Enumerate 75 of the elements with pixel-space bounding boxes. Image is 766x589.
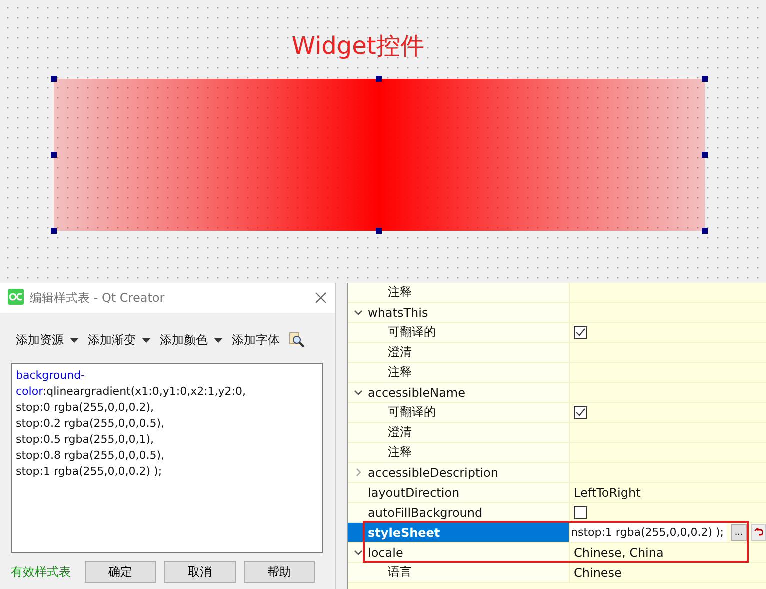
property-name-cell[interactable]: accessibleName: [348, 383, 570, 402]
property-name-cell[interactable]: styleSheet: [348, 523, 570, 542]
property-name: 澄清: [388, 424, 412, 441]
property-name: 注释: [388, 444, 412, 461]
resize-handle[interactable]: [376, 228, 382, 234]
toolbar-button[interactable]: 添加资源: [16, 332, 79, 348]
toolbar-button[interactable]: 添加颜色: [160, 332, 223, 348]
property-name-cell[interactable]: 可翻译的: [348, 323, 570, 342]
stylesheet-editor[interactable]: background- color:qlineargradient(x1:0,y1:0,x2:1,y2:0, stop:0 rgba(255,0,0,0.2), stop:0.2 rgba(255,0,0,0.5), stop:0.5 rgba(255,0,0,1), stop:0.8 rgba(255,0,0,0.5), stop:1 rgba(255,0,0,0.2) );: [11, 363, 323, 553]
code-text: stop:0 rgba(255,0,0,0.2),: [16, 401, 154, 414]
dialog-button[interactable]: 取消: [164, 561, 236, 583]
browse-button[interactable]: ...: [731, 524, 747, 541]
code-text: stop:0.8 rgba(255,0,0,0.5),: [16, 449, 165, 462]
caret-icon[interactable]: [142, 338, 151, 342]
property-name-cell[interactable]: 澄清: [348, 423, 570, 442]
expander-icon[interactable]: [354, 548, 362, 557]
property-name-cell[interactable]: 语言: [348, 563, 570, 582]
property-name: 澄清: [388, 344, 412, 361]
validity-status: 有效样式表: [11, 564, 72, 580]
property-name: whatsThis: [368, 306, 428, 320]
resize-handle[interactable]: [50, 76, 56, 82]
app-logo-icon: [8, 288, 24, 308]
resize-handle[interactable]: [702, 76, 708, 82]
property-name-cell[interactable]: whatsThis: [348, 303, 570, 322]
caret-icon[interactable]: [214, 338, 223, 342]
code-text: color: [16, 385, 43, 398]
property-name: 语言: [388, 564, 412, 581]
toolbar-button[interactable]: 添加渐变: [88, 332, 151, 348]
expander-icon[interactable]: [354, 388, 362, 397]
checkbox[interactable]: [574, 326, 587, 339]
property-name: 可翻译的: [388, 324, 436, 341]
property-name-cell[interactable]: locale: [348, 543, 570, 562]
widget-label: Widget控件: [292, 31, 424, 62]
resize-handle[interactable]: [702, 228, 708, 234]
property-name-cell[interactable]: accessibleDescription: [348, 463, 570, 482]
property-value-field[interactable]: nstop:1 rgba(255,0,0,0.2) );: [570, 523, 727, 542]
property-name: 注释: [388, 364, 412, 381]
property-name: locale: [368, 546, 404, 560]
dialog-button[interactable]: 确定: [84, 561, 156, 583]
resize-handle[interactable]: [376, 76, 382, 82]
property-name: layoutDirection: [368, 486, 460, 500]
property-name: 注释: [388, 284, 412, 301]
reset-icon[interactable]: [751, 524, 766, 541]
property-name-cell[interactable]: 注释: [348, 443, 570, 462]
property-name-cell[interactable]: 注释: [348, 363, 570, 382]
resize-handle[interactable]: [702, 152, 708, 158]
property-name: accessibleName: [368, 386, 466, 400]
code-text: stop:0.2 rgba(255,0,0,0.5),: [16, 417, 165, 430]
property-name-cell[interactable]: autoFillBackground: [348, 503, 570, 522]
property-name: styleSheet: [368, 526, 440, 540]
search-icon[interactable]: [289, 332, 305, 348]
resize-handle[interactable]: [50, 228, 56, 234]
property-name: accessibleDescription: [368, 466, 498, 480]
property-value: LeftToRight: [574, 486, 641, 500]
caret-icon[interactable]: [70, 338, 79, 342]
toolbar-button[interactable]: 添加字体: [232, 332, 280, 348]
property-name-cell[interactable]: 注释: [348, 283, 570, 302]
property-name-cell[interactable]: layoutDirection: [348, 483, 570, 502]
code-text: stop:1 rgba(255,0,0,0.2) );: [16, 465, 162, 478]
code-text: :qlineargradient(x1:0,y1:0,x2:1,y2:0,: [42, 385, 246, 398]
property-value: Chinese, China: [574, 546, 664, 560]
property-name-cell[interactable]: 澄清: [348, 343, 570, 362]
checkbox[interactable]: [574, 506, 587, 519]
property-name: 可翻译的: [388, 404, 436, 421]
expander-icon[interactable]: [354, 308, 362, 317]
property-name-cell[interactable]: 可翻译的: [348, 403, 570, 422]
resize-handle[interactable]: [50, 152, 56, 158]
property-name: autoFillBackground: [368, 506, 483, 520]
checkbox[interactable]: [574, 406, 587, 419]
code-text: background-: [16, 369, 86, 382]
close-icon[interactable]: [315, 292, 327, 304]
code-text: stop:0.5 rgba(255,0,0,1),: [16, 433, 154, 446]
dialog-button[interactable]: 帮助: [244, 561, 316, 583]
dialog-title: 编辑样式表 - Qt Creator: [30, 290, 166, 306]
property-value: Chinese: [574, 566, 622, 580]
